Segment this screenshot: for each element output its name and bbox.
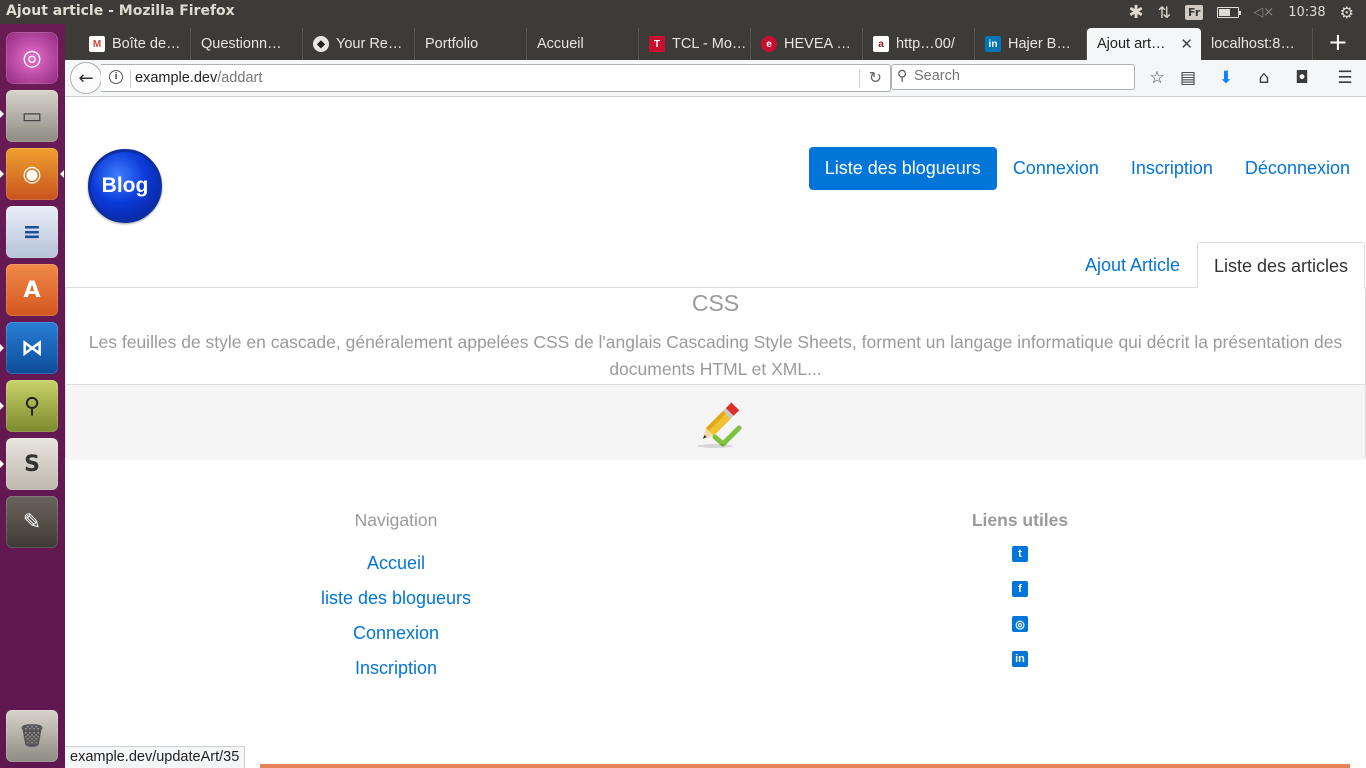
unity-launcher: ◎ ▭ ◉ ≡ A ⋈ ⚲ S ✎ 🗑 <box>0 24 65 768</box>
twitter-icon[interactable]: t <box>1012 546 1028 562</box>
hevea-icon: e <box>761 36 777 52</box>
tab-localhost[interactable]: localhost:8… <box>1201 28 1313 60</box>
gmail-icon: M <box>89 36 105 52</box>
keyboard-layout-badge[interactable]: Fr <box>1185 4 1204 20</box>
bloggers-list-button[interactable]: Liste des blogueurs <box>808 147 997 190</box>
launcher-running-pip <box>0 110 4 118</box>
tab-questionnaire[interactable]: Questionn… <box>191 28 303 60</box>
launcher-running-pip <box>0 460 4 468</box>
launcher-writer-icon[interactable]: ≡ <box>6 206 58 258</box>
pocket-icon[interactable]: ◘ <box>1291 67 1313 89</box>
download-arrow-icon[interactable]: ⬇ <box>1215 67 1237 89</box>
tab-localhost-http[interactable]: a http…00/ <box>863 28 975 60</box>
launcher-focused-pip <box>60 170 64 178</box>
footer-navigation: Navigation Accueil liste des blogueurs C… <box>296 510 496 686</box>
menu-hamburger-icon[interactable]: ☰ <box>1334 67 1356 89</box>
tab-github[interactable]: ◆ Your Re… <box>303 28 415 60</box>
launcher-running-pip <box>0 170 4 178</box>
article-title: CSS <box>691 290 740 316</box>
launcher-vscode-icon[interactable]: ⋈ <box>6 322 58 374</box>
launcher-ubuntu-dash-icon[interactable]: ◎ <box>6 32 58 84</box>
battery-level-fill <box>1219 8 1231 16</box>
article-card-footer <box>66 384 1365 460</box>
page-content: Blog Liste des blogueurs Connexion Inscr… <box>65 97 1366 760</box>
launcher-files-icon[interactable]: ▭ <box>6 90 58 142</box>
tab-linkedin[interactable]: in Hajer B… <box>975 28 1087 60</box>
url-separator <box>130 70 131 88</box>
tab-hevea[interactable]: e HEVEA … <box>751 28 863 60</box>
url-bar[interactable]: i example.dev/addart ↻ <box>101 64 891 92</box>
reload-separator <box>859 70 860 88</box>
launcher-slack-icon[interactable]: S <box>6 438 58 490</box>
launcher-gimp-icon[interactable]: ✎ <box>6 496 58 548</box>
linkedin-icon[interactable]: in <box>1012 651 1028 667</box>
tab-accueil[interactable]: Accueil <box>527 28 639 60</box>
search-icon: ⚲ <box>897 68 908 84</box>
volume-muted-icon[interactable]: ◁× <box>1253 5 1274 20</box>
home-icon[interactable]: ⌂ <box>1253 67 1275 89</box>
close-tab-icon[interactable]: ✕ <box>1180 35 1193 53</box>
search-bar[interactable]: ⚲ <box>891 64 1135 90</box>
logout-link[interactable]: Déconnexion <box>1229 147 1366 190</box>
footer-link-accueil[interactable]: Accueil <box>296 546 496 581</box>
system-top-bar: Ajout article - Mozilla Firefox ✱ ⇅ Fr ◁… <box>0 0 1366 24</box>
launcher-firefox-icon[interactable]: ◉ <box>6 148 58 200</box>
site-icon: a <box>873 36 889 52</box>
system-indicators: ✱ ⇅ Fr ◁× 10:38 ⚙ <box>1129 0 1366 24</box>
clock[interactable]: 10:38 <box>1288 5 1325 20</box>
url-path: /addart <box>217 70 263 86</box>
back-arrow-icon[interactable]: ← <box>70 62 102 94</box>
footer-useful-heading: Liens utiles <box>971 510 1069 530</box>
tab-gmail[interactable]: M Boîte de… <box>79 28 191 60</box>
blog-logo[interactable]: Blog <box>88 149 162 223</box>
footer-nav-heading: Navigation <box>354 510 438 530</box>
tcl-icon: T <box>649 36 665 52</box>
article-card: CSS Les feuilles de style en cascade, gé… <box>65 288 1366 460</box>
tab-add-article[interactable]: Ajout Article <box>1069 242 1196 288</box>
reading-list-icon[interactable]: ▤ <box>1177 67 1199 89</box>
tab-list-articles[interactable]: Liste des articles <box>1197 242 1366 289</box>
page-bottom-strip <box>260 764 1350 768</box>
launcher-trash-icon[interactable]: 🗑 <box>6 710 58 762</box>
window-title: Ajout article - Mozilla Firefox <box>6 3 235 19</box>
footer-link-bloggers[interactable]: liste des blogueurs <box>296 581 496 616</box>
reload-icon[interactable]: ↻ <box>869 68 882 87</box>
github-icon: ◆ <box>313 36 329 52</box>
logo-text: Blog <box>101 174 149 197</box>
launcher-system-monitor-icon[interactable]: ⚲ <box>6 380 58 432</box>
battery-icon[interactable] <box>1217 6 1242 18</box>
footer-link-signup[interactable]: Inscription <box>296 651 496 686</box>
article-tabs: Ajout Article Liste des articles <box>65 242 1366 289</box>
network-arrows-icon[interactable]: ⇅ <box>1158 3 1171 22</box>
footer-useful-links: Liens utiles t f ◎ in <box>920 510 1120 686</box>
url-text[interactable]: example.dev/addart <box>135 70 262 86</box>
linkedin-icon: in <box>985 36 1001 52</box>
tab-ajout-article[interactable]: Ajout art… ✕ <box>1087 28 1201 60</box>
tab-tcl[interactable]: T TCL - Mo… <box>639 28 751 60</box>
url-host: example.dev <box>135 70 218 86</box>
instagram-icon[interactable]: ◎ <box>1012 616 1028 632</box>
login-link[interactable]: Connexion <box>997 147 1115 190</box>
footer-link-login[interactable]: Connexion <box>296 616 496 651</box>
search-input[interactable] <box>914 68 1124 84</box>
bookmark-star-icon[interactable]: ☆ <box>1146 67 1168 89</box>
new-tab-plus-icon[interactable]: + <box>1328 28 1348 56</box>
site-info-icon[interactable]: i <box>109 70 123 84</box>
facebook-icon[interactable]: f <box>1012 581 1028 597</box>
tab-portfolio[interactable]: Portfolio <box>415 28 527 60</box>
status-bar-hover-url: example.dev/updateArt/35 <box>65 746 246 768</box>
browser-navigation-bar: ← i example.dev/addart ↻ ⚲ ☆ ▤ ⬇ ⌂ ◘ ☰ <box>65 60 1366 97</box>
launcher-running-pip <box>0 344 4 352</box>
launcher-software-center-icon[interactable]: A <box>6 264 58 316</box>
signup-link[interactable]: Inscription <box>1115 147 1229 190</box>
settings-gear-icon[interactable]: ✱ <box>1129 2 1144 23</box>
launcher-running-pip <box>0 402 4 410</box>
browser-tab-bar: M Boîte de… Questionn… ◆ Your Re… Portfoli… <box>65 24 1366 60</box>
power-gear-icon[interactable]: ⚙ <box>1340 3 1354 22</box>
article-excerpt: Les feuilles de style en cascade, généra… <box>88 332 1343 379</box>
site-top-nav: Liste des blogueurs Connexion Inscriptio… <box>808 147 1366 190</box>
edit-pencil-icon[interactable] <box>693 397 743 449</box>
